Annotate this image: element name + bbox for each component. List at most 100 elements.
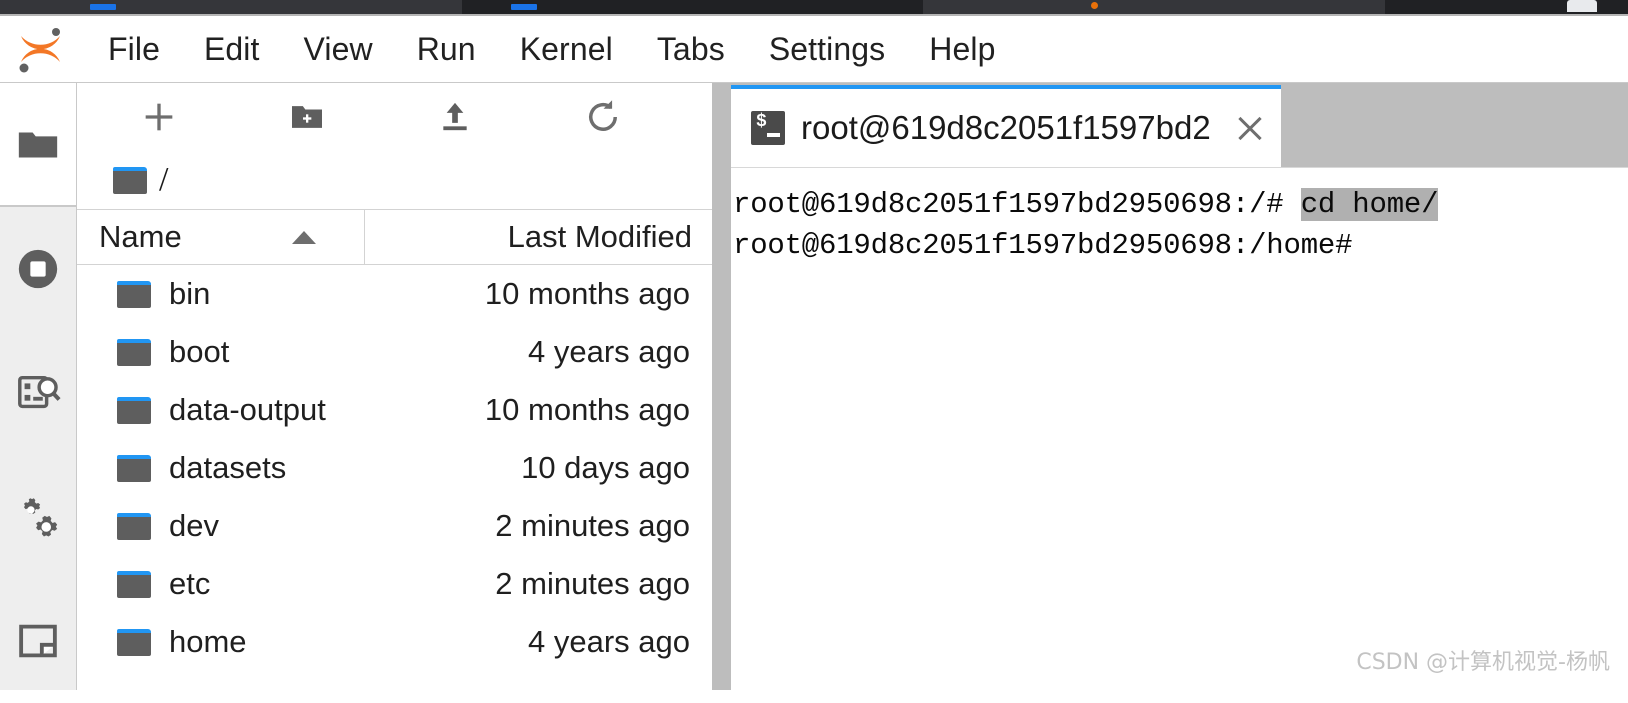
file-row-name-cell: boot [77, 334, 417, 370]
folder-icon [117, 628, 151, 656]
terminal-icon [751, 111, 785, 145]
browser-window-controls[interactable] [1385, 0, 1628, 14]
browser-tab-3[interactable] [922, 0, 1386, 14]
table-row[interactable]: bin 10 months ago [77, 265, 712, 323]
browser-tab-2-marker [510, 4, 537, 10]
browser-new-tab-button[interactable] [1567, 0, 1597, 12]
file-name: home [169, 624, 247, 659]
sidebar-item-commands[interactable] [0, 331, 76, 455]
new-folder-icon [292, 106, 322, 128]
sidebar-item-open-tabs[interactable] [0, 579, 76, 703]
menu-file[interactable]: File [86, 31, 182, 68]
sidebar-item-extension-manager[interactable] [0, 455, 76, 579]
folder-icon [117, 280, 151, 308]
table-row[interactable]: boot 4 years ago [77, 323, 712, 381]
running-sessions-icon [18, 249, 58, 289]
file-last-modified: 2 minutes ago [495, 508, 690, 543]
column-header-name-label: Name [99, 219, 182, 254]
file-browser-toolbar [77, 83, 712, 151]
folder-icon [18, 132, 58, 158]
watermark: CSDN @计算机视觉-杨帆 [1356, 650, 1610, 675]
file-row-name-cell: data-output [77, 392, 417, 428]
terminal-line: root@619d8c2051f1597bd2950698:/# cd home… [731, 184, 1628, 225]
folder-icon [117, 512, 151, 540]
breadcrumb[interactable]: / [77, 151, 712, 209]
dock-tab-bar: root@619d8c2051f1597bd2 [731, 83, 1628, 167]
jupyter-logo [12, 21, 68, 77]
file-name: dev [169, 508, 219, 543]
menu-tabs[interactable]: Tabs [635, 31, 747, 68]
file-list-header: Name Last Modified [77, 209, 712, 265]
folder-icon [117, 454, 151, 482]
terminal-command-selected: cd home/ [1300, 188, 1439, 221]
menu-help[interactable]: Help [907, 31, 1017, 68]
file-row-name-cell: dev [77, 508, 417, 544]
menu-bar: File Edit View Run Kernel Tabs Settings … [0, 16, 1628, 83]
plus-icon [145, 103, 173, 131]
file-last-modified: 10 days ago [521, 450, 690, 485]
file-name: boot [169, 334, 230, 369]
column-header-last-modified-label: Last Modified [507, 219, 692, 254]
browser-tab-1-marker [90, 4, 116, 10]
folder-icon [117, 338, 151, 366]
terminal-prompt: root@619d8c2051f1597bd2950698:/home# [733, 229, 1353, 262]
menu-run[interactable]: Run [395, 31, 498, 68]
table-row[interactable]: datasets 10 days ago [77, 439, 712, 497]
new-launcher-button[interactable] [85, 88, 233, 146]
refresh-icon [589, 100, 617, 131]
column-header-name[interactable]: Name [77, 210, 365, 264]
menu-kernel[interactable]: Kernel [498, 31, 635, 68]
file-name: bin [169, 276, 211, 311]
file-name: data-output [169, 392, 326, 427]
file-row-name-cell: etc [77, 566, 417, 602]
activity-bar [0, 83, 77, 690]
close-icon[interactable] [1233, 111, 1267, 145]
browser-tab-1[interactable] [0, 0, 463, 14]
file-last-modified: 2 minutes ago [495, 566, 690, 601]
folder-icon [117, 570, 151, 598]
menu-item-list: File Edit View Run Kernel Tabs Settings … [86, 31, 1017, 68]
column-header-last-modified[interactable]: Last Modified [365, 219, 712, 255]
file-name: datasets [169, 450, 287, 485]
file-row-name-cell: datasets [77, 450, 417, 486]
file-last-modified: 10 months ago [484, 276, 690, 311]
terminal-prompt: root@619d8c2051f1597bd2950698:/# [733, 188, 1301, 221]
browser-tab-2[interactable] [462, 0, 923, 14]
breadcrumb-path[interactable]: / [159, 161, 168, 199]
tab-title: root@619d8c2051f1597bd2 [801, 109, 1211, 146]
file-row-name-cell: home [77, 624, 417, 660]
browser-tab-3-favicon [1090, 2, 1098, 9]
main-dock-area: root@619d8c2051f1597bd2 root@619d8c2051f… [731, 83, 1628, 690]
file-name: etc [169, 566, 211, 601]
terminal-output[interactable]: root@619d8c2051f1597bd2950698:/# cd home… [731, 167, 1628, 690]
menu-edit[interactable]: Edit [182, 31, 282, 68]
file-row-name-cell: bin [77, 276, 417, 312]
upload-icon [443, 102, 467, 131]
folder-icon [117, 396, 151, 424]
file-last-modified: 4 years ago [528, 624, 690, 659]
gear-icon [24, 498, 58, 537]
menu-settings[interactable]: Settings [747, 31, 907, 68]
open-tabs-icon [19, 624, 57, 658]
browser-tab-strip [0, 0, 1628, 14]
sort-ascending-icon [292, 230, 316, 244]
menu-view[interactable]: View [282, 31, 395, 68]
tab-terminal[interactable]: root@619d8c2051f1597bd2 [731, 85, 1281, 167]
command-palette-icon [18, 375, 61, 409]
table-row[interactable]: etc 2 minutes ago [77, 555, 712, 613]
terminal-line: root@619d8c2051f1597bd2950698:/home# [731, 225, 1628, 266]
upload-files-button[interactable] [381, 88, 529, 146]
file-browser-panel: / Name Last Modified bin 10 months ago b… [77, 83, 712, 690]
file-list: bin 10 months ago boot 4 years ago data-… [77, 265, 712, 671]
folder-icon [113, 166, 147, 194]
refresh-button[interactable] [529, 88, 677, 146]
sidebar-item-running-sessions[interactable] [0, 207, 76, 331]
sidebar-item-file-browser[interactable] [0, 83, 76, 207]
table-row[interactable]: data-output 10 months ago [77, 381, 712, 439]
panel-splitter[interactable] [712, 83, 731, 690]
new-folder-button[interactable] [233, 88, 381, 146]
table-row[interactable]: home 4 years ago [77, 613, 712, 671]
file-last-modified: 10 months ago [484, 392, 690, 427]
table-row[interactable]: dev 2 minutes ago [77, 497, 712, 555]
file-last-modified: 4 years ago [528, 334, 690, 369]
